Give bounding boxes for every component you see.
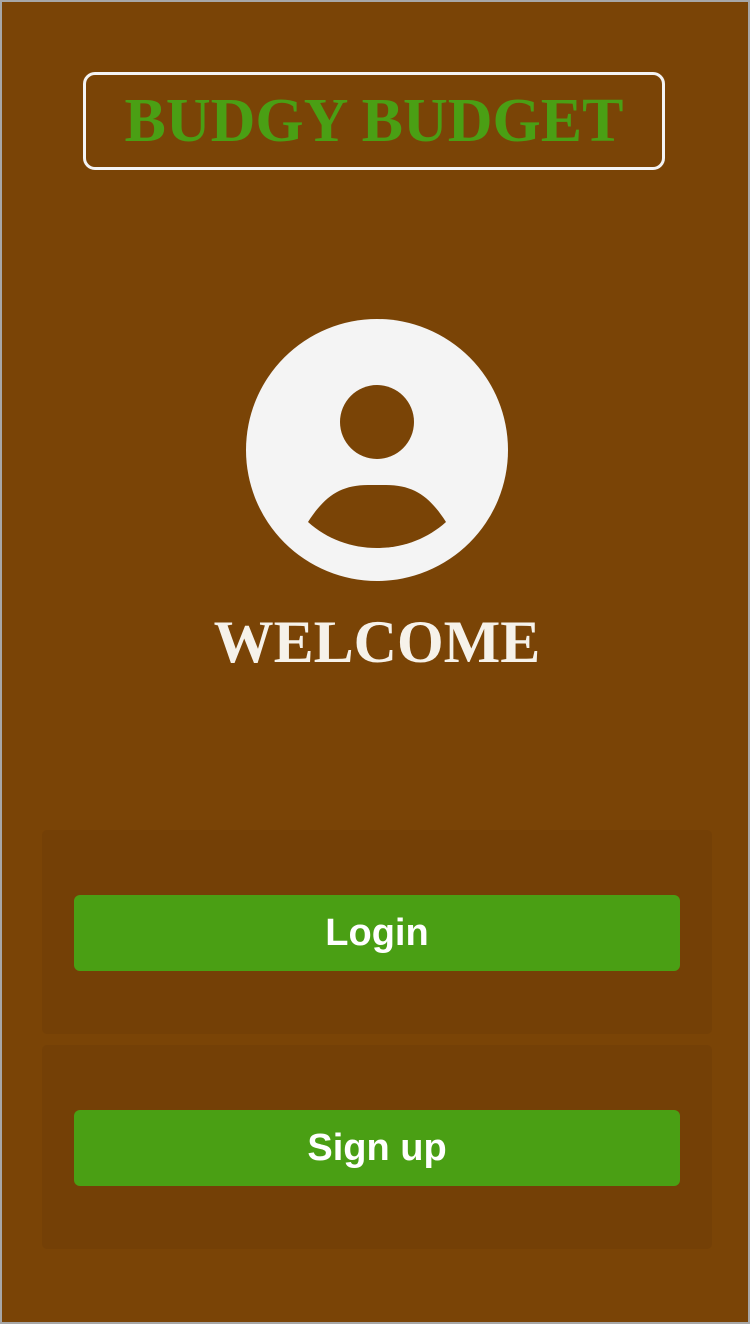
login-panel: Login [42,830,712,1034]
signup-button[interactable]: Sign up [74,1110,680,1186]
app-logo: BUDGY BUDGET [83,72,665,170]
welcome-heading: WELCOME [213,609,541,675]
app-screen: BUDGY BUDGET WELCOME Login Sign up [2,2,748,1322]
user-profile-icon [246,319,508,581]
signup-panel: Sign up [42,1045,712,1249]
app-title: BUDGY BUDGET [124,87,624,155]
login-button[interactable]: Login [74,895,680,971]
avatar [246,319,508,581]
